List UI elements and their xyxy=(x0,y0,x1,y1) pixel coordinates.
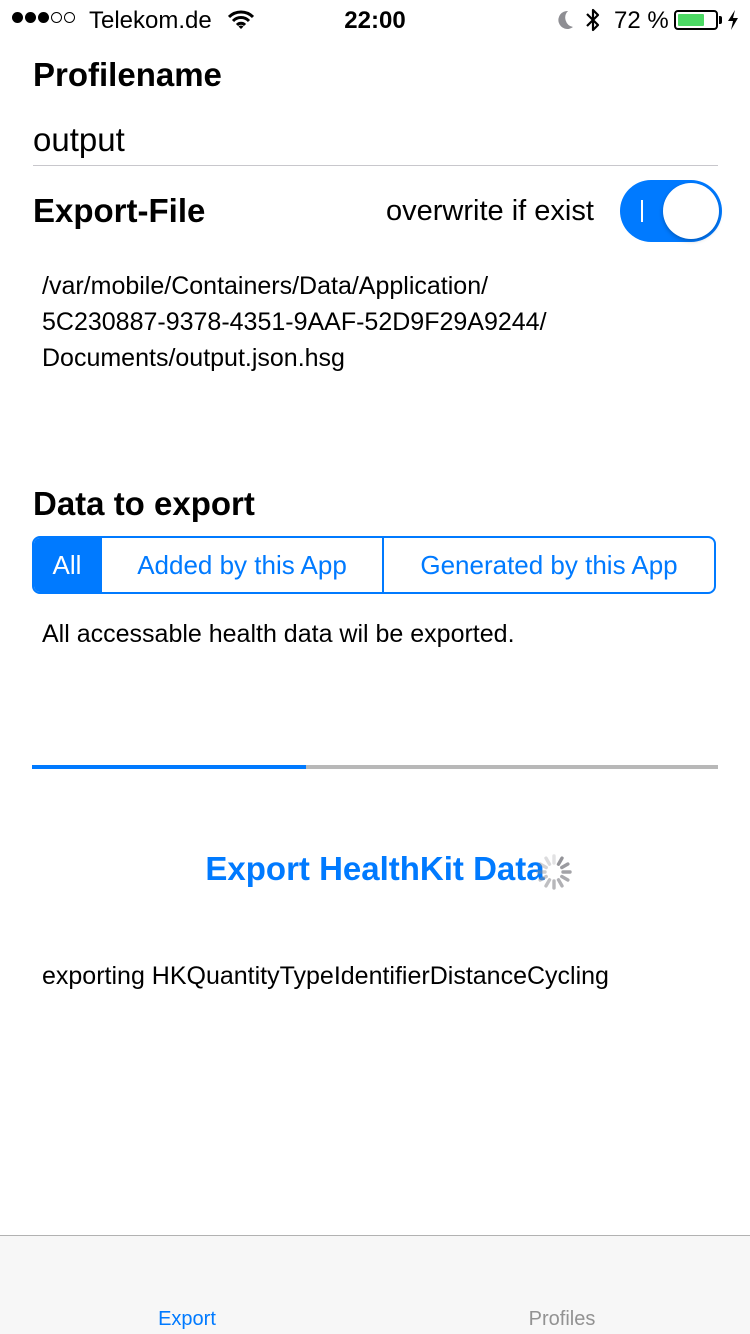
export-status-text: exporting HKQuantityTypeIdentifierDistan… xyxy=(42,962,609,990)
spinner-spoke xyxy=(544,856,552,866)
export-button-label: Export HealthKit Data xyxy=(205,850,545,887)
export-progress-bar xyxy=(32,765,718,769)
spinner-spoke xyxy=(544,878,552,888)
spinner-spoke xyxy=(560,862,570,870)
spinner-spoke xyxy=(538,874,548,882)
spinner-spoke xyxy=(556,856,564,866)
tab-profiles[interactable]: Profiles xyxy=(462,1308,662,1331)
data-to-export-label: Data to export xyxy=(33,485,255,522)
status-bar: Telekom.de 22:00 72 % xyxy=(0,0,750,40)
export-scope-description: All accessable health data wil be export… xyxy=(42,620,515,648)
overwrite-toggle[interactable] xyxy=(620,180,722,242)
profile-name-label: Profilename xyxy=(33,56,222,93)
file-path-line: Documents/output.json.hsg xyxy=(42,344,345,372)
activity-spinner-icon xyxy=(536,854,572,890)
moon-icon xyxy=(555,8,575,39)
segment-all[interactable]: All xyxy=(34,538,100,592)
toggle-on-mark xyxy=(641,200,643,222)
spinner-spoke xyxy=(538,862,548,870)
toggle-knob xyxy=(663,183,719,239)
bluetooth-icon xyxy=(584,6,602,41)
tab-export[interactable]: Export xyxy=(87,1308,287,1331)
battery-icon xyxy=(674,10,718,30)
file-path-line: /var/mobile/Containers/Data/Application/ xyxy=(42,272,489,300)
battery-level-fill xyxy=(678,14,704,26)
profile-name-input[interactable] xyxy=(33,115,718,166)
progress-fill xyxy=(32,765,307,769)
battery-nub xyxy=(719,16,722,24)
overwrite-label: overwrite if exist xyxy=(386,195,594,227)
battery-percent: 72 % xyxy=(614,7,669,34)
charging-bolt-icon xyxy=(727,9,739,38)
export-file-label: Export-File xyxy=(33,192,206,229)
segment-added-by-app[interactable]: Added by this App xyxy=(100,538,382,592)
export-healthkit-button[interactable]: Export HealthKit Data xyxy=(0,850,750,888)
spinner-spoke xyxy=(556,878,564,888)
segment-generated-by-app[interactable]: Generated by this App xyxy=(382,538,714,592)
data-scope-segmented-control[interactable]: All Added by this App Generated by this … xyxy=(32,536,716,594)
export-file-path: /var/mobile/Containers/Data/Application/… xyxy=(42,268,702,376)
file-path-line: 5C230887-9378-4351-9AAF-52D9F29A9244/ xyxy=(42,308,547,336)
spinner-spoke xyxy=(560,874,570,882)
